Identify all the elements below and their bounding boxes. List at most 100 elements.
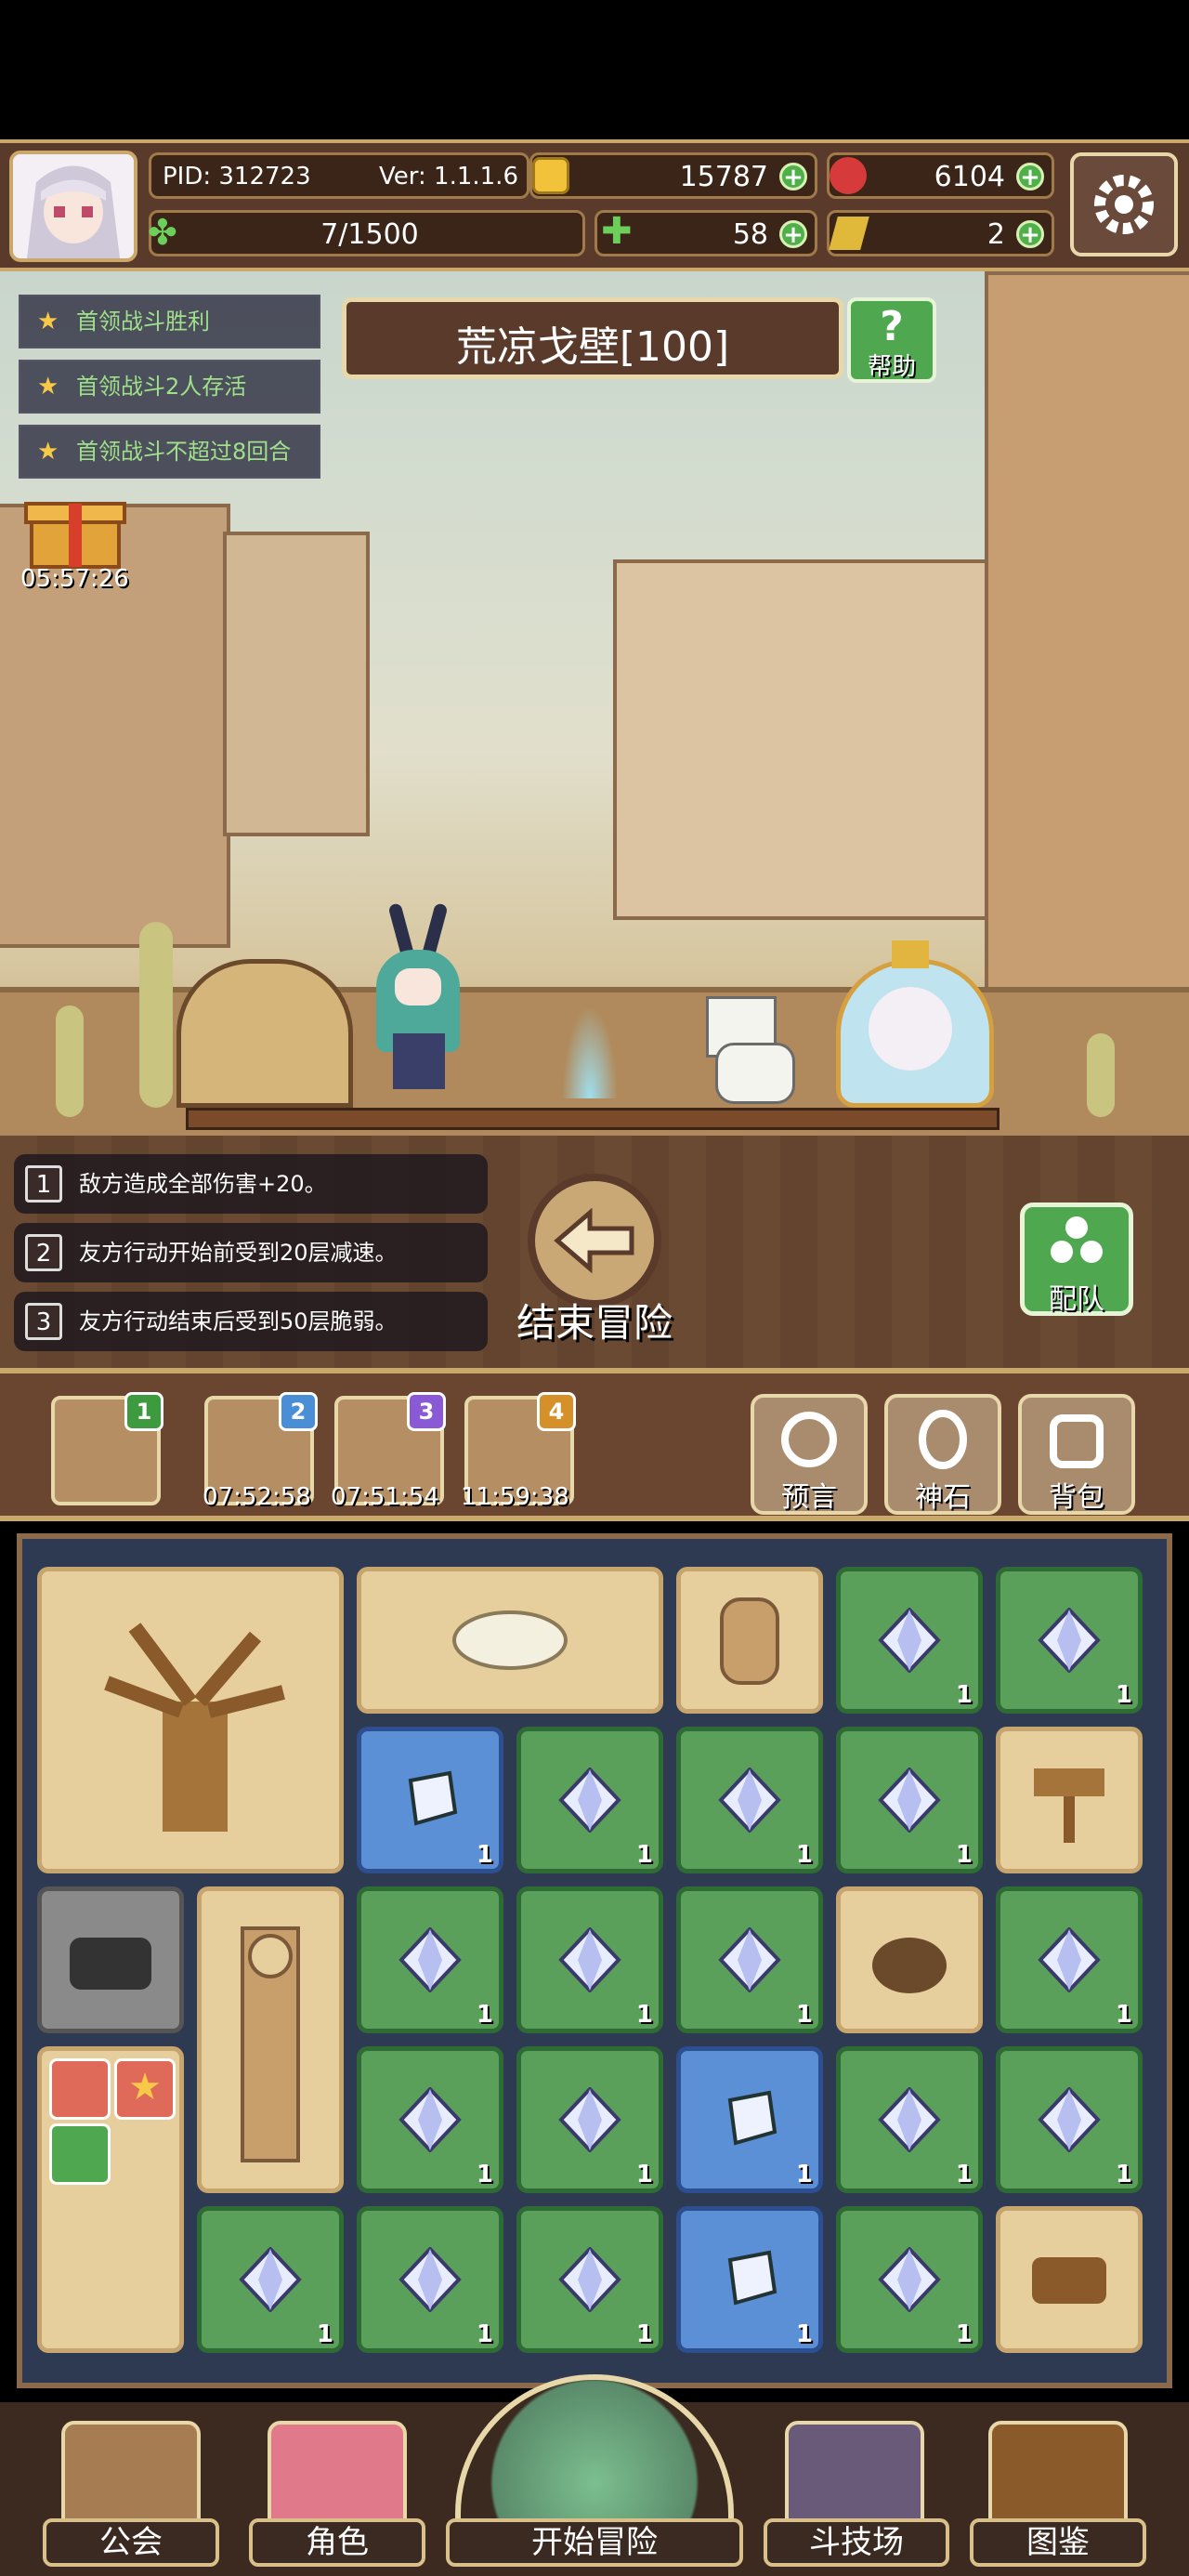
player-avatar[interactable] <box>9 151 137 262</box>
add-ticket-button[interactable]: + <box>1016 220 1044 248</box>
end-adventure-button[interactable]: 结束冒险 <box>502 1171 687 1347</box>
camp-tent <box>176 959 353 1108</box>
god-stone-button[interactable]: 神石 <box>884 1394 1001 1515</box>
locked-chest-tile[interactable] <box>37 1886 184 2033</box>
diamond-icon <box>239 2247 302 2312</box>
map-badge: 2 <box>279 1392 318 1431</box>
signpost-icon <box>1034 1768 1104 1843</box>
grandfather-clock-tile[interactable] <box>197 1886 344 2193</box>
skeleton-tile[interactable] <box>357 1567 663 1714</box>
gem-tile[interactable]: 1 <box>996 1567 1143 1714</box>
item-count: 1 <box>476 2001 493 2029</box>
help-button[interactable]: ? 帮助 <box>847 297 936 383</box>
quest-text: 首领战斗2人存活 <box>76 374 247 400</box>
battle-scene: ★ 首领战斗胜利 ★ 首领战斗2人存活 ★ 首领战斗不超过8回合 05:57:2… <box>0 271 1189 1136</box>
cactus-right <box>1087 1033 1115 1117</box>
thumbs-up-icon <box>49 2123 111 2185</box>
item-count: 1 <box>1115 2161 1132 2188</box>
team-icon <box>1051 1216 1103 1263</box>
battle-info-panel: 1 敌方造成全部伤害+20。 2 友方行动开始前受到20层减速。 3 友方行动结… <box>0 1136 1189 1368</box>
gem-tile[interactable]: 1 <box>357 2046 503 2193</box>
gem-tile[interactable]: 1 <box>996 2046 1143 2193</box>
backpack-button[interactable]: 背包 <box>1018 1394 1135 1515</box>
backpack-label: 背包 <box>1049 1481 1104 1514</box>
signpost-tile[interactable] <box>996 1727 1143 1873</box>
add-ruby-button[interactable]: + <box>1016 163 1044 191</box>
rail-track <box>186 1108 1000 1130</box>
dead-tree-tile[interactable] <box>37 1567 344 1873</box>
gem-tile[interactable]: 1 <box>357 2206 503 2353</box>
settings-button[interactable] <box>1070 152 1178 256</box>
buff-item: 1 敌方造成全部伤害+20。 <box>14 1154 488 1214</box>
item-count: 1 <box>795 2320 813 2348</box>
nav-codex[interactable]: 图鉴 <box>970 2518 1146 2567</box>
diamond-icon <box>878 1608 941 1673</box>
chest-tile[interactable] <box>996 2206 1143 2353</box>
gem-tile[interactable]: 1 <box>836 2206 983 2353</box>
add-gold-button[interactable]: + <box>779 163 807 191</box>
crystal-tile[interactable]: 1 <box>676 2046 823 2193</box>
pid-text: PID: 312723 <box>163 163 311 191</box>
gem-tile[interactable]: 1 <box>357 1886 503 2033</box>
gem-tile[interactable]: 1 <box>516 2046 663 2193</box>
clover-icon: ✚ <box>601 210 633 253</box>
gift-box-button[interactable]: 05:57:26 <box>20 494 129 597</box>
cauldron-tile[interactable] <box>836 1886 983 2033</box>
map-timer: 07:51:54 <box>331 1483 439 1511</box>
add-clover-button[interactable]: + <box>779 220 807 248</box>
gem-tile[interactable]: 1 <box>197 2206 344 2353</box>
cube-crystal-icon <box>727 2090 777 2146</box>
quest-text: 首领战斗不超过8回合 <box>76 439 292 465</box>
quest-item: ★ 首领战斗2人存活 <box>19 360 320 414</box>
item-count: 1 <box>476 2320 493 2348</box>
buff-number: 2 <box>25 1234 62 1271</box>
diamond-icon <box>878 2247 941 2312</box>
cactus-left <box>139 922 173 1108</box>
crystal-tile[interactable]: 1 <box>676 2206 823 2353</box>
prophecy-icon <box>781 1412 837 1467</box>
item-count: 1 <box>795 1841 813 1869</box>
gift-icon <box>24 502 126 569</box>
gem-tile[interactable]: 1 <box>996 1886 1143 2033</box>
gem-tile[interactable]: 1 <box>676 1886 823 2033</box>
buff-item: 2 友方行动开始前受到20层减速。 <box>14 1223 488 1282</box>
cliff-center <box>613 559 1011 920</box>
diamond-icon <box>1038 2087 1101 2152</box>
prophecy-button[interactable]: 预言 <box>751 1394 868 1515</box>
diamond-icon <box>558 2247 621 2312</box>
nav-start-adventure[interactable]: 开始冒险 <box>446 2518 743 2567</box>
gem-tile[interactable]: 1 <box>676 1727 823 1873</box>
gem-tile[interactable]: 1 <box>516 1727 663 1873</box>
gem-tile[interactable]: 1 <box>836 1567 983 1714</box>
hero-bunny-girl[interactable] <box>367 902 469 1098</box>
buff-text: 友方行动开始前受到20层减速。 <box>79 1240 398 1266</box>
ruby-icon <box>830 157 867 194</box>
skull-icon <box>452 1610 568 1670</box>
white-cat-ally[interactable] <box>697 996 799 1104</box>
item-count: 1 <box>316 2320 333 2348</box>
gem-tile[interactable]: 1 <box>836 2046 983 2193</box>
buff-text: 敌方造成全部伤害+20。 <box>79 1171 327 1197</box>
gem-tile[interactable]: 1 <box>516 2206 663 2353</box>
nav-guild[interactable]: 公会 <box>43 2518 219 2567</box>
pid-panel: PID: 312723 Ver: 1.1.1.6 <box>149 152 529 199</box>
map-badge: 3 <box>407 1392 446 1431</box>
gem-tile[interactable]: 1 <box>516 1886 663 2033</box>
diamond-icon <box>558 1768 621 1833</box>
gem-tile[interactable]: 1 <box>836 1727 983 1873</box>
crowned-princess-in-shell[interactable] <box>827 940 994 1108</box>
tombstone-tile[interactable] <box>676 1567 823 1714</box>
crystal-tile[interactable]: 1 <box>357 1727 503 1873</box>
pillar-tile[interactable]: ★ <box>37 2046 184 2353</box>
item-count: 1 <box>635 2320 653 2348</box>
map-badge: 1 <box>124 1392 163 1431</box>
quest-text: 首领战斗胜利 <box>76 309 210 335</box>
team-button[interactable]: 配队 <box>1020 1203 1133 1316</box>
nav-arena[interactable]: 斗技场 <box>764 2518 949 2567</box>
dark-chest-icon <box>70 1938 151 1990</box>
treasure-chest-icon <box>1032 2257 1106 2304</box>
character-marker-icon <box>49 2058 111 2120</box>
nav-character[interactable]: 角色 <box>249 2518 425 2567</box>
bottom-navigation: 公会 角色 开始冒险 斗技场 图鉴 <box>0 2374 1189 2576</box>
item-count: 1 <box>955 2320 973 2348</box>
